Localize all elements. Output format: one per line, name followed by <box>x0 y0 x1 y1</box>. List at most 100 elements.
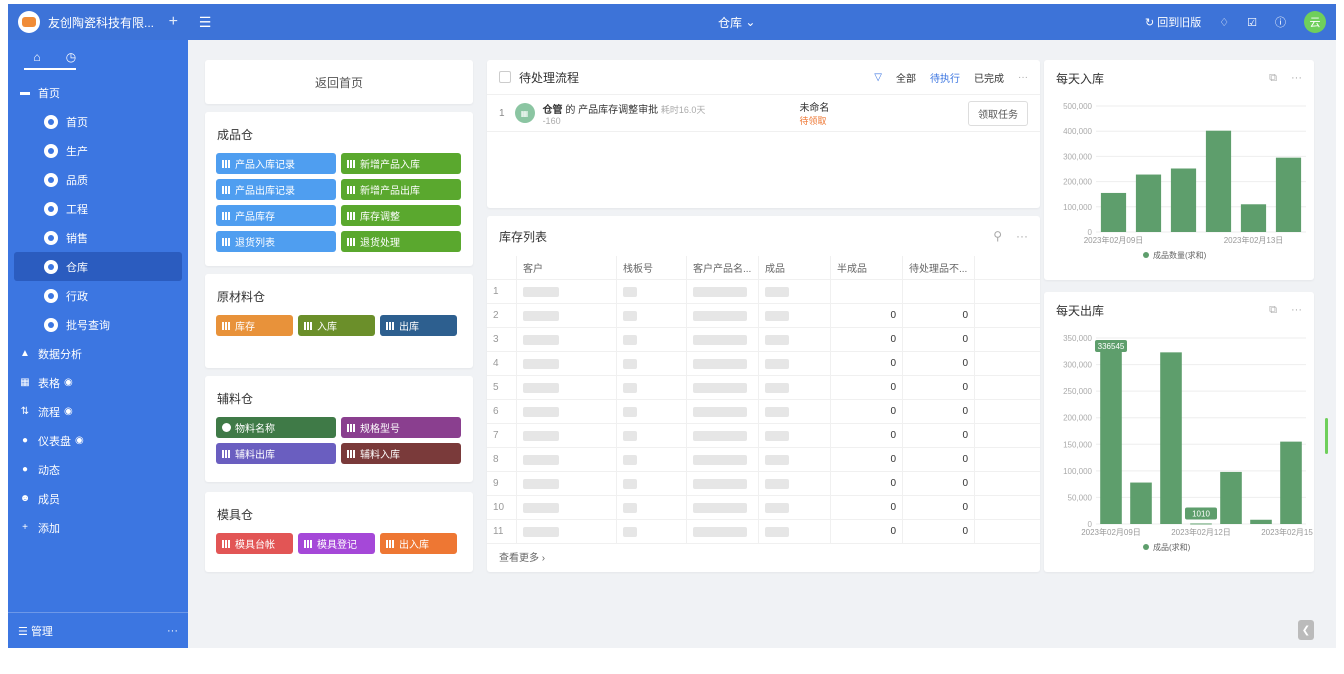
column-header[interactable]: 半成品 <box>831 255 903 280</box>
search-icon[interactable]: ⚲ <box>993 229 1002 243</box>
group-button[interactable]: 库存调整 <box>341 205 461 226</box>
table-row[interactable]: 8 00 <box>487 447 1040 472</box>
group-button[interactable]: 产品入库记录 <box>216 153 336 174</box>
table-row[interactable]: 3 00 <box>487 327 1040 352</box>
group-button[interactable]: 退货处理 <box>341 231 461 252</box>
task-row[interactable]: 1 ▦ 仓管 的 产品库存调整审批 耗时16.0天 -160 未命名 待领取 领… <box>487 94 1040 132</box>
eye-icon[interactable]: ◉ <box>64 377 73 388</box>
blurred-content <box>623 286 637 297</box>
group-button[interactable]: 辅料入库 <box>341 443 461 464</box>
group-button[interactable]: 模具登记 <box>298 533 375 554</box>
more-icon[interactable]: ··· <box>1291 72 1302 85</box>
expand-icon[interactable]: ⧉ <box>1269 304 1277 317</box>
sidebar-item-activity[interactable]: ● 动态 <box>8 455 188 484</box>
table-row[interactable]: 1 <box>487 279 1040 304</box>
avatar[interactable]: 云 <box>1304 11 1326 33</box>
sidebar-item-admin[interactable]: 行政 <box>8 281 188 310</box>
group-button[interactable]: 库存 <box>216 315 293 336</box>
home-tab-icon[interactable]: ⌂ <box>30 50 44 64</box>
filter-done[interactable]: 已完成 <box>974 70 1004 85</box>
collapse-panel-button[interactable]: ❮ <box>1298 620 1314 640</box>
group-button[interactable]: 出库 <box>380 315 457 336</box>
company-name[interactable]: 友创陶瓷科技有限... <box>48 14 169 31</box>
more-icon[interactable]: ··· <box>1291 304 1302 317</box>
group-button[interactable]: 规格型号 <box>341 417 461 438</box>
filter-todo[interactable]: 待执行 <box>930 70 960 85</box>
column-header[interactable]: 栈板号 <box>617 255 687 280</box>
table-row[interactable]: 10 0 0 <box>487 495 1040 520</box>
sidebar-item-add[interactable]: + 添加 <box>8 513 188 542</box>
eye-icon[interactable]: ◉ <box>64 406 73 417</box>
help-icon[interactable]: ⓘ <box>1275 14 1286 30</box>
table-row[interactable]: 6 00 <box>487 399 1040 424</box>
column-header[interactable]: 成品 <box>759 255 831 280</box>
table-row[interactable]: 11 0 0 <box>487 519 1040 544</box>
group-button[interactable]: 出入库 <box>380 533 457 554</box>
sidebar-item-production[interactable]: 生产 <box>8 136 188 165</box>
redacted-cell <box>687 375 759 400</box>
manage-button[interactable]: ☰ 管理 <box>18 623 53 639</box>
filter-all[interactable]: 全部 <box>896 70 916 85</box>
column-header[interactable]: 待处理品不... <box>903 255 975 280</box>
sidebar-item-engineering[interactable]: 工程 <box>8 194 188 223</box>
table-row[interactable]: 2 00 <box>487 303 1040 328</box>
sidebar-item-home[interactable]: 首页 <box>8 107 188 136</box>
y-tick-label: 100,000 <box>1063 467 1092 476</box>
table-row[interactable]: 5 00 <box>487 375 1040 400</box>
clock-tab-icon[interactable]: ◷ <box>64 50 78 64</box>
back-to-old-version-button[interactable]: ↻ 回到旧版 <box>1145 14 1201 30</box>
sidebar-item-members[interactable]: ☻ 成员 <box>8 484 188 513</box>
add-app-icon[interactable]: + <box>169 13 178 31</box>
bell-icon[interactable]: ♢ <box>1219 16 1229 29</box>
group-button[interactable]: 模具台帐 <box>216 533 293 554</box>
x-tick-label: 2023年02月13日 <box>1224 235 1284 245</box>
group-button[interactable]: 产品出库记录 <box>216 179 336 200</box>
claim-task-button[interactable]: 领取任务 <box>968 100 1028 126</box>
column-header[interactable]: 客户产品名... <box>687 255 759 280</box>
expand-icon[interactable]: ⧉ <box>1269 72 1277 85</box>
group-button[interactable]: 新增产品出库 <box>341 179 461 200</box>
sidebar-item-sales[interactable]: 销售 <box>8 223 188 252</box>
group-button[interactable]: 辅料出库 <box>216 443 336 464</box>
circle-icon <box>44 114 58 129</box>
group-button[interactable]: 物料名称 <box>216 417 336 438</box>
back-home-button[interactable]: 返回首页 <box>205 60 473 104</box>
page-selector[interactable]: 仓库 ⌄ <box>718 4 755 40</box>
todo-icon[interactable]: ☑ <box>1247 16 1257 29</box>
group-button[interactable]: 新增产品入库 <box>341 153 461 174</box>
sidebar-footer[interactable]: ☰ 管理 ··· <box>8 612 188 648</box>
table-row[interactable]: 7 00 <box>487 423 1040 448</box>
button-label: 出入库 <box>399 540 429 551</box>
scrollbar-thumb[interactable] <box>1325 418 1328 454</box>
sidebar-item-home-folder[interactable]: ▬ 首页 <box>8 78 188 107</box>
daily-outbound-chart-card: 每天出库 ⧉ ··· 0 50,000 100,000 150,000 200,000 2… <box>1044 292 1321 572</box>
task-connector: 的 <box>565 104 576 116</box>
sidebar-item-workflows[interactable]: ⇅ 流程 ◉ <box>8 397 188 426</box>
group-button[interactable]: 产品库存 <box>216 205 336 226</box>
redacted-cell <box>687 423 759 448</box>
sidebar-item-dashboards[interactable]: ● 仪表盘 ◉ <box>8 426 188 455</box>
sidebar-item-tables[interactable]: ▦ 表格 ◉ <box>8 368 188 397</box>
sidebar-item-analytics[interactable]: ▲ 数据分析 <box>8 339 188 368</box>
daily-inbound-chart-card: 每天入库 ⧉ ··· 0 100,000 200,000 300,000 400,000… <box>1044 60 1314 280</box>
filter-icon[interactable]: ▽ <box>874 72 882 83</box>
more-icon[interactable]: ··· <box>167 625 178 637</box>
group-button[interactable]: 退货列表 <box>216 231 336 252</box>
view-more-link[interactable]: 查看更多 › <box>499 549 545 564</box>
table-header: 客户 栈板号 客户产品名... 成品 半成品 待处理品不... <box>487 255 1040 280</box>
sidebar-item-quality[interactable]: 品质 <box>8 165 188 194</box>
eye-icon[interactable]: ◉ <box>75 435 84 446</box>
circle-icon <box>222 423 231 432</box>
table-row[interactable]: 9 00 <box>487 471 1040 496</box>
group-button[interactable]: 入库 <box>298 315 375 336</box>
table-row[interactable]: 4 00 <box>487 351 1040 376</box>
sidebar-item-batch-query[interactable]: 批号查询 <box>8 310 188 339</box>
redacted-cell <box>517 279 617 304</box>
more-icon[interactable]: ··· <box>1016 229 1028 243</box>
column-header[interactable]: 客户 <box>517 255 617 280</box>
hamburger-icon[interactable]: ☰ <box>188 14 222 31</box>
more-icon[interactable]: ··· <box>1018 72 1028 83</box>
semi-finished-cell: 0 <box>831 399 903 424</box>
select-all-checkbox[interactable] <box>499 71 511 83</box>
sidebar-item-warehouse[interactable]: 仓库 <box>14 252 182 281</box>
